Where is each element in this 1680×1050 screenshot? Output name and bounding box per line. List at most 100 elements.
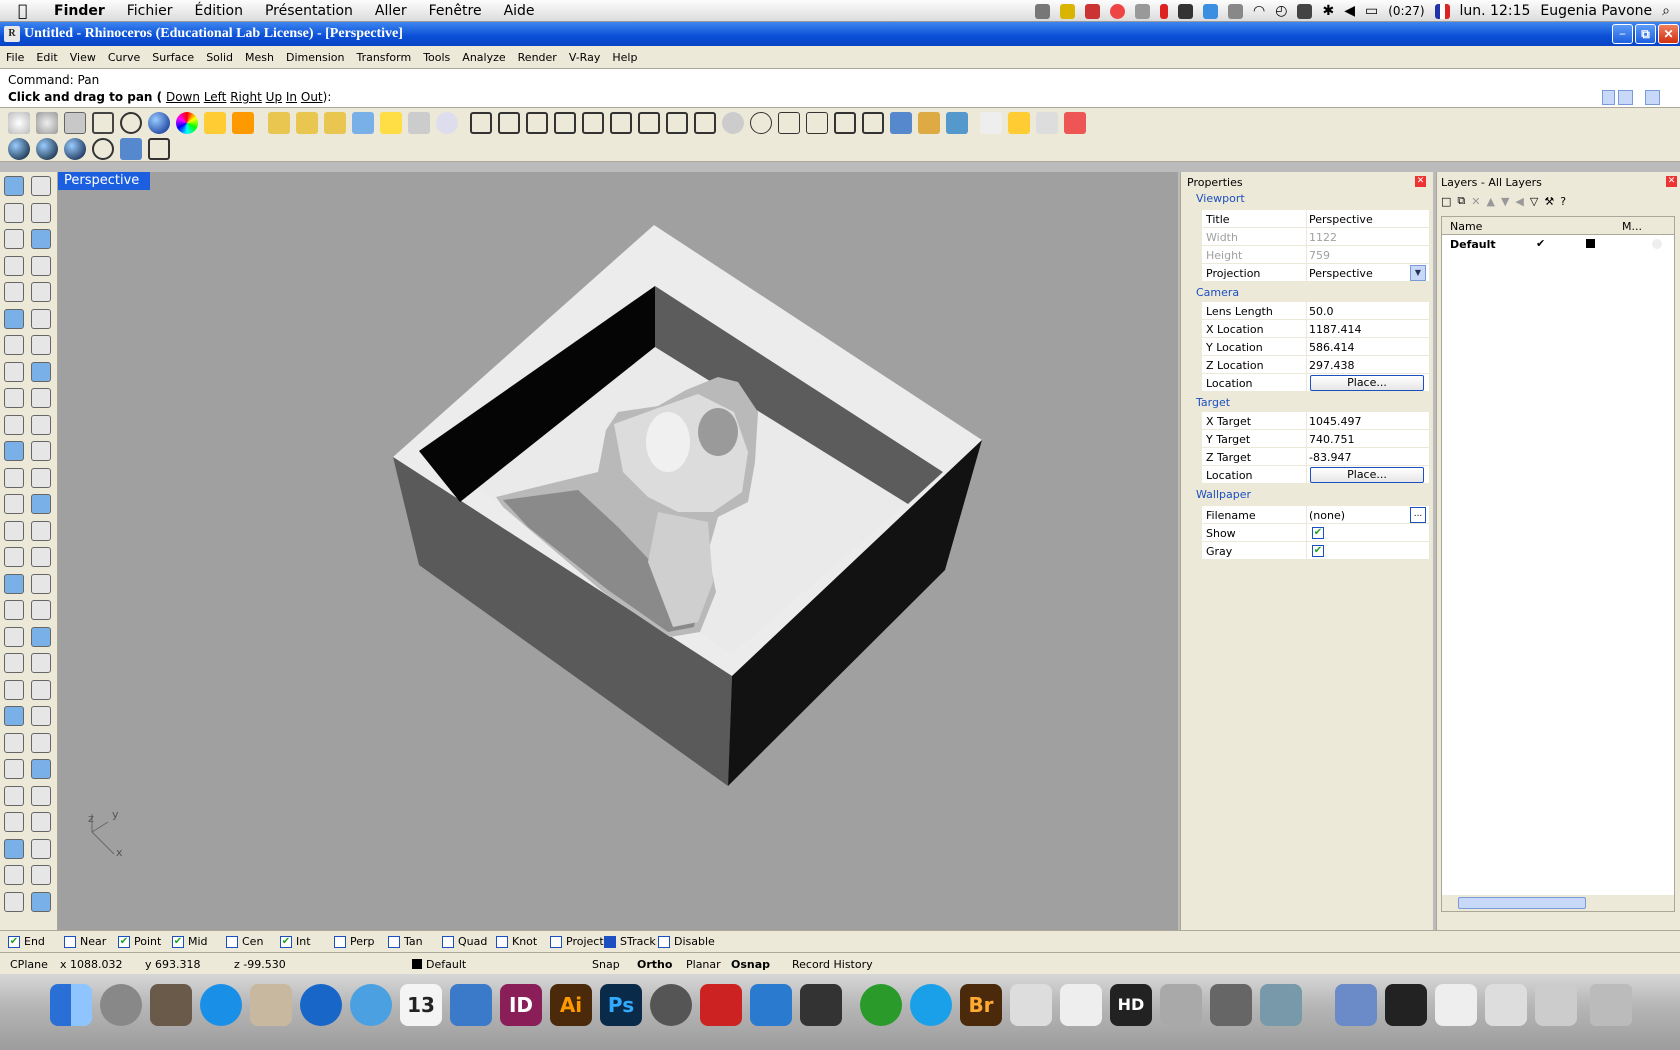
acrobat-icon[interactable] — [1060, 984, 1102, 1026]
camera-icon[interactable] — [778, 112, 800, 134]
menu-dimension[interactable]: Dimension — [280, 51, 350, 64]
display-icon[interactable] — [1297, 3, 1313, 19]
osnap-mid[interactable]: ✔ Mid — [172, 935, 208, 948]
grid-icon[interactable] — [666, 112, 688, 134]
menu-render[interactable]: Render — [512, 51, 563, 64]
render-sphere-2-icon[interactable] — [36, 138, 58, 160]
folders-icon[interactable] — [918, 112, 940, 134]
autocad-icon[interactable] — [700, 984, 742, 1026]
osnap-point[interactable]: ✔ Point — [118, 935, 161, 948]
status-cplane[interactable]: CPlane — [10, 958, 48, 971]
music-folder-icon[interactable] — [1385, 984, 1427, 1026]
menu-aide[interactable]: Aide — [504, 3, 535, 19]
menu-fichier[interactable]: Fichier — [127, 3, 173, 19]
help-icon[interactable]: ? — [1560, 195, 1566, 208]
user-name[interactable]: Eugenia Pavone — [1540, 3, 1652, 19]
bluetooth-icon[interactable]: ✱ — [1322, 3, 1334, 19]
prop-lens-row[interactable]: Lens Length 50.0 — [1202, 302, 1429, 320]
prop-yloc-row[interactable]: Y Location 586.414 — [1202, 338, 1429, 356]
itunes-icon[interactable] — [300, 984, 342, 1026]
prev-arrow[interactable] — [1618, 90, 1633, 105]
dropbox-icon[interactable] — [1203, 3, 1219, 19]
lightning-icon[interactable] — [232, 112, 254, 134]
move-up-icon[interactable]: ▲ — [1486, 195, 1494, 208]
current-layer-check-icon[interactable]: ✔ — [1536, 237, 1545, 250]
photo-booth-icon[interactable] — [1160, 984, 1202, 1026]
wireframe-icon[interactable] — [120, 112, 142, 134]
zoom-extents-icon[interactable] — [92, 112, 114, 134]
view-2-icon[interactable] — [582, 112, 604, 134]
projection-dropdown-icon[interactable]: ▼ — [1410, 265, 1426, 281]
command-tool-icon[interactable] — [31, 441, 51, 461]
trash-icon[interactable] — [1590, 984, 1632, 1026]
time-machine-icon[interactable]: ◴ — [1275, 3, 1287, 19]
command-tool-icon[interactable] — [31, 812, 51, 832]
layout-icon[interactable] — [834, 112, 856, 134]
downloads-stack-icon[interactable] — [1485, 984, 1527, 1026]
column-material[interactable]: M... — [1622, 220, 1642, 233]
command-tool-icon[interactable] — [31, 335, 51, 355]
prop-ytarget-row[interactable]: Y Target 740.751 — [1202, 430, 1429, 448]
option-up[interactable]: Up — [266, 90, 282, 104]
osnap-knot[interactable]: Knot — [496, 935, 537, 948]
section-camera[interactable]: Camera — [1196, 286, 1239, 299]
spotlight-icon[interactable]: ⌕ — [1662, 3, 1670, 19]
command-tool-icon[interactable] — [31, 600, 51, 620]
single-view-icon[interactable] — [526, 112, 548, 134]
page-icon[interactable] — [806, 112, 828, 134]
grid-2-icon[interactable] — [694, 112, 716, 134]
gray-checkbox[interactable]: ✔ — [1312, 545, 1324, 557]
osnap-cen[interactable]: Cen — [226, 935, 263, 948]
new-sublayer-icon[interactable]: ⧉ — [1457, 194, 1465, 208]
menu-curve[interactable]: Curve — [102, 51, 146, 64]
rhino-icon[interactable] — [1210, 984, 1252, 1026]
status-app-icon[interactable] — [1035, 3, 1051, 19]
check-icon[interactable] — [1178, 3, 1194, 19]
plane-icon[interactable] — [890, 112, 912, 134]
split-view-icon[interactable] — [498, 112, 520, 134]
curve-icon[interactable] — [1036, 112, 1058, 134]
command-tool-icon[interactable] — [4, 282, 24, 302]
minimize-button[interactable]: − — [1612, 24, 1633, 44]
status-ortho[interactable]: Ortho — [637, 958, 672, 971]
command-tool-icon[interactable] — [4, 891, 24, 912]
delete-curve-icon[interactable] — [1064, 112, 1086, 134]
layout-2-icon[interactable] — [862, 112, 884, 134]
film-icon[interactable] — [148, 138, 170, 160]
color-wheel-icon[interactable] — [176, 112, 198, 134]
undo-icon[interactable] — [980, 112, 1002, 134]
filter-icon[interactable]: ▽ — [1530, 195, 1538, 208]
command-tool-icon[interactable] — [31, 653, 51, 673]
cube-icon[interactable] — [352, 112, 374, 134]
sparkle-icon[interactable] — [204, 112, 226, 134]
material-icon[interactable] — [1652, 239, 1662, 249]
word-icon[interactable] — [750, 984, 792, 1026]
osnap-quad[interactable]: Quad — [442, 935, 487, 948]
command-tool-icon[interactable] — [31, 414, 51, 435]
document-stack-icon[interactable] — [1435, 984, 1477, 1026]
command-tool-icon[interactable] — [31, 229, 51, 249]
menu-mesh[interactable]: Mesh — [239, 51, 280, 64]
command-tool-icon[interactable] — [4, 547, 24, 567]
command-tool-icon[interactable] — [31, 176, 51, 196]
menu-transform[interactable]: Transform — [350, 51, 417, 64]
status-record-history[interactable]: Record History — [792, 958, 873, 971]
final-cut-icon[interactable] — [800, 984, 842, 1026]
documents-stack-icon[interactable] — [1535, 984, 1577, 1026]
command-tool-icon[interactable] — [31, 282, 51, 302]
command-tool-icon[interactable] — [4, 229, 24, 249]
perspective-icon[interactable] — [722, 112, 744, 134]
layers-scrollbar[interactable] — [1442, 895, 1674, 911]
prop-xtarget-row[interactable]: X Target 1045.497 — [1202, 412, 1429, 430]
command-tool-icon[interactable] — [4, 441, 24, 461]
dashboard-icon[interactable] — [150, 984, 192, 1026]
box-icon[interactable] — [1008, 112, 1030, 134]
menu-finder[interactable]: Finder — [54, 3, 105, 19]
command-tool-icon[interactable] — [4, 388, 24, 408]
menu-aller[interactable]: Aller — [375, 3, 407, 19]
four-views-icon[interactable] — [470, 112, 492, 134]
layers-list[interactable]: Name M... Default ✔ — [1441, 216, 1675, 912]
sun-icon[interactable] — [380, 112, 402, 134]
volume-icon[interactable]: ◀ — [1344, 3, 1355, 19]
tag-3-icon[interactable] — [324, 112, 346, 134]
